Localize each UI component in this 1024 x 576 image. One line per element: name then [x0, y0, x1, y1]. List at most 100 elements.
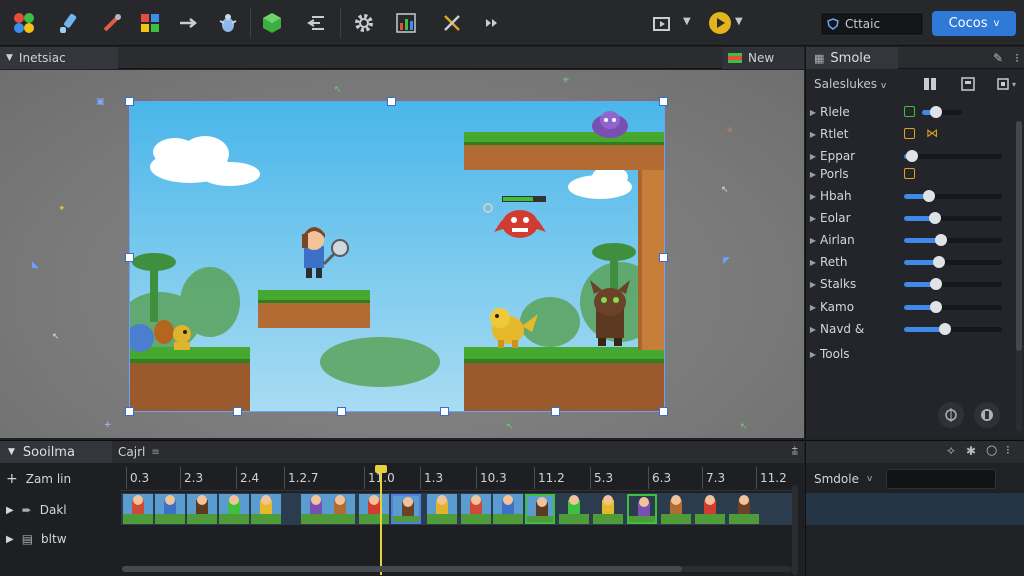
slider-knob[interactable]: [930, 301, 943, 313]
expand-arrow-icon[interactable]: ▶: [806, 170, 820, 179]
frame-thumbnail[interactable]: [525, 494, 555, 524]
property-row[interactable]: ▶ Porls: [806, 164, 1014, 184]
property-row[interactable]: ▶ Stalks: [806, 274, 1014, 294]
property-slider[interactable]: [904, 150, 1002, 162]
menu-icon[interactable]: ≡: [151, 447, 159, 458]
play-track-icon[interactable]: ▶: [6, 505, 14, 516]
bug-icon[interactable]: [212, 7, 244, 39]
expand-arrow-icon[interactable]: ▶: [806, 258, 820, 267]
frame-thumbnail[interactable]: [729, 494, 759, 524]
cocos-button[interactable]: Cocos v: [932, 11, 1016, 36]
pin-icon[interactable]: ✎: [993, 51, 1003, 65]
property-row[interactable]: ▶ Eppar: [806, 146, 1014, 166]
side-panel-field[interactable]: [886, 469, 997, 489]
color-blocks-icon[interactable]: [8, 7, 40, 39]
frame-thumbnail[interactable]: [461, 494, 491, 524]
slider-knob[interactable]: [939, 323, 952, 335]
timeline-side-row[interactable]: Smdole v: [814, 468, 1019, 490]
inspector-filter-dropdown[interactable]: Saleslukes v: [814, 77, 904, 91]
frame-thumbnail[interactable]: [155, 494, 185, 524]
frame-thumbnail[interactable]: [695, 494, 725, 524]
component-icon[interactable]: ▾: [994, 74, 1018, 94]
property-row[interactable]: ▶ Airlan: [806, 230, 1014, 250]
frame-thumbnail[interactable]: [359, 494, 389, 524]
playhead[interactable]: [380, 465, 382, 575]
play-track-icon[interactable]: ▶: [6, 534, 14, 545]
fast-forward-icon[interactable]: [476, 7, 508, 39]
align-icon[interactable]: [302, 7, 334, 39]
sparkle-icon[interactable]: ✧: [946, 444, 956, 458]
timeline-vertical-scrollbar[interactable]: [792, 485, 798, 575]
export-icon[interactable]: [646, 7, 678, 39]
chart-icon[interactable]: [390, 7, 422, 39]
track-header-2[interactable]: ▶ ▤ bltw: [6, 527, 67, 551]
collapse-icon[interactable]: ▼: [6, 53, 13, 63]
property-slider[interactable]: [904, 323, 1002, 335]
property-slider[interactable]: [922, 106, 962, 118]
keyframe-toggle[interactable]: [904, 168, 915, 179]
expand-arrow-icon[interactable]: ▶: [806, 350, 820, 359]
frame-thumbnail[interactable]: [427, 494, 457, 524]
settings-icon[interactable]: ✱: [966, 444, 976, 458]
property-row[interactable]: ▶ Rtlet ⋈: [806, 124, 1014, 144]
frame-thumbnail[interactable]: [661, 494, 691, 524]
keyframe-toggle[interactable]: [904, 106, 915, 117]
collapse-icon[interactable]: ▼: [8, 447, 15, 457]
brush-icon[interactable]: [52, 7, 84, 39]
frame-thumbnail[interactable]: [123, 494, 153, 524]
badge-icon[interactable]: [974, 402, 1000, 428]
target-icon[interactable]: [938, 402, 964, 428]
scrollbar-thumb[interactable]: [122, 566, 682, 572]
frame-thumbnail[interactable]: [627, 494, 657, 524]
scrollbar-thumb[interactable]: [1016, 121, 1022, 351]
timeline-scrollbar[interactable]: [122, 566, 792, 572]
tab-inspector[interactable]: ▦ Smole: [806, 47, 898, 69]
eyedropper-icon[interactable]: [96, 7, 128, 39]
slider-knob[interactable]: [905, 150, 918, 162]
search-input[interactable]: Cttaic: [820, 12, 924, 36]
play-icon[interactable]: [704, 7, 736, 39]
move-arrow-icon[interactable]: [172, 7, 204, 39]
tab-scene[interactable]: ▼ Inetsiac: [0, 47, 118, 69]
frame-thumbnail[interactable]: [493, 494, 523, 524]
more-icon[interactable]: ⁝: [1006, 443, 1010, 457]
frame-thumbnail[interactable]: [559, 494, 589, 524]
property-row[interactable]: ▶ Rlele: [806, 102, 1014, 122]
property-row[interactable]: ▶ Eolar: [806, 208, 1014, 228]
game-canvas[interactable]: [129, 101, 665, 412]
expand-arrow-icon[interactable]: ▶: [806, 108, 820, 117]
slider-knob[interactable]: [935, 234, 948, 246]
tab-new[interactable]: New: [722, 47, 804, 69]
animation-track[interactable]: [121, 493, 793, 525]
property-slider[interactable]: [904, 190, 1002, 202]
property-slider[interactable]: [904, 234, 1002, 246]
slider-knob[interactable]: [922, 190, 935, 202]
property-row[interactable]: ▶ Kamo: [806, 297, 1014, 317]
palette-icon[interactable]: [134, 7, 166, 39]
expand-arrow-icon[interactable]: ▶: [806, 192, 820, 201]
chevron-down-icon[interactable]: ▼: [683, 16, 691, 27]
property-row[interactable]: ▶ Hbah: [806, 186, 1014, 206]
property-slider[interactable]: [904, 278, 1002, 290]
tools-icon[interactable]: [436, 7, 468, 39]
tab-clip[interactable]: Cajrl ≡: [118, 441, 160, 463]
property-row[interactable]: ▶ Tools: [806, 344, 1014, 364]
slider-knob[interactable]: [933, 256, 946, 268]
inspector-scrollbar[interactable]: [1016, 121, 1022, 431]
property-slider[interactable]: [904, 256, 1002, 268]
plus-icon[interactable]: +: [6, 471, 18, 487]
scene-viewport[interactable]: ▣ ↖ ✳ ✦ ◣ ↖ + ✧ ↖ ◤ ↖ ↖: [0, 70, 804, 438]
track-header-1[interactable]: ▶ ➨ Dakl: [6, 498, 67, 522]
property-row[interactable]: ▶ Navd &: [806, 319, 1014, 339]
layout-icon[interactable]: [956, 74, 980, 94]
frame-thumbnail[interactable]: [251, 494, 281, 524]
frame-thumbnail[interactable]: [219, 494, 249, 524]
expand-arrow-icon[interactable]: ▶: [806, 303, 820, 312]
expand-arrow-icon[interactable]: ▶: [806, 280, 820, 289]
property-row[interactable]: ▶ Reth: [806, 252, 1014, 272]
property-slider[interactable]: [904, 212, 1002, 224]
frame-thumbnail[interactable]: [593, 494, 623, 524]
expand-arrow-icon[interactable]: ▶: [806, 152, 820, 161]
expand-arrow-icon[interactable]: ▶: [806, 236, 820, 245]
cube-icon[interactable]: [256, 7, 288, 39]
